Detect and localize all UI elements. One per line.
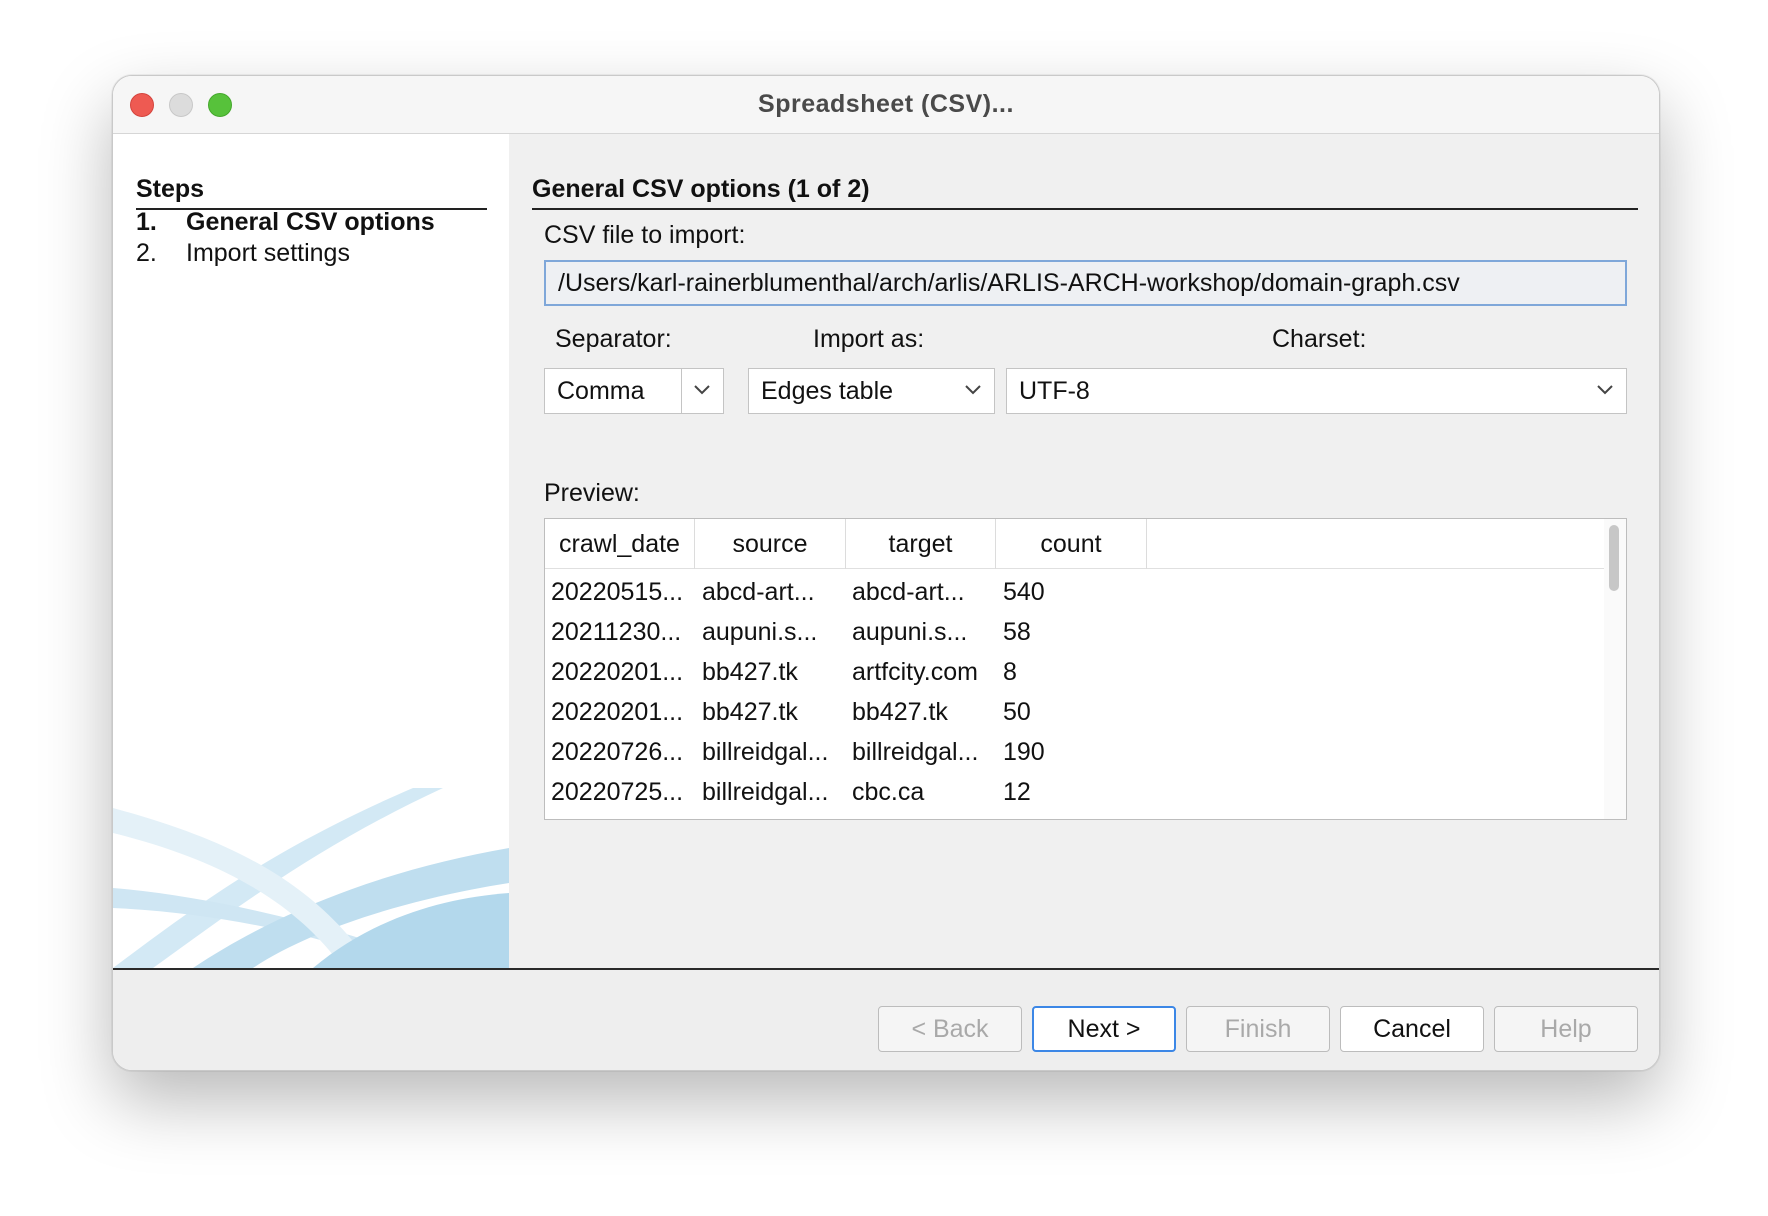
table-row: 20220201... bb427.tk bb427.tk 50 (545, 692, 1605, 732)
import-as-label: Import as: (813, 325, 925, 353)
cell-target: artfcity.com (852, 658, 978, 686)
csv-file-label: CSV file to import: (544, 221, 746, 249)
cell-source: billreidgal... (702, 778, 829, 806)
chevron-down-icon (965, 385, 981, 395)
back-button[interactable]: < Back (878, 1006, 1022, 1052)
cell-crawl-date: 20220725... (551, 778, 684, 806)
preview-scrollbar[interactable] (1604, 519, 1626, 819)
steps-heading: Steps (136, 175, 205, 203)
cell-target: bb427.tk (852, 698, 948, 726)
cell-crawl-date: 20220726... (551, 738, 684, 766)
cell-source: billreidgal... (702, 738, 829, 766)
column-header-count[interactable]: count (996, 519, 1147, 569)
column-header-crawl-date[interactable]: crawl_date (545, 519, 695, 569)
cell-source: bb427.tk (702, 658, 798, 686)
step-item-general-csv-options: 1. General CSV options (136, 207, 435, 237)
step-label: Import settings (186, 239, 350, 267)
column-header-target[interactable]: target (846, 519, 996, 569)
import-dialog-window: Spreadsheet (CSV)... Steps 1. General CSV… (112, 75, 1660, 1071)
separator-select-divider (681, 369, 682, 413)
next-button[interactable]: Next > (1032, 1006, 1176, 1052)
preview-label: Preview: (544, 479, 640, 507)
column-header-source[interactable]: source (695, 519, 846, 569)
charset-label: Charset: (1272, 325, 1367, 353)
cell-source: bb427.tk (702, 698, 798, 726)
separator-selected-value: Comma (557, 377, 645, 405)
cell-crawl-date: 20220515... (551, 578, 684, 606)
preview-table-header: crawl_date source target count (545, 519, 1605, 569)
cell-crawl-date: 20220201... (551, 658, 684, 686)
csv-file-path-field[interactable]: /Users/karl-rainerblumenthal/arch/arlis/… (544, 260, 1627, 306)
cell-count: 540 (1003, 578, 1045, 606)
decorative-swoosh-graphic (113, 788, 509, 968)
chevron-down-icon (1597, 385, 1613, 395)
cell-count: 12 (1003, 778, 1031, 806)
preview-scrollbar-thumb[interactable] (1609, 525, 1619, 591)
separator-label: Separator: (555, 325, 672, 353)
cell-count: 190 (1003, 738, 1045, 766)
step-label: General CSV options (186, 208, 435, 236)
table-row: 20220725... billreidgal... cbc.ca 12 (545, 772, 1605, 812)
table-row: 20220726... billreidgal... billreidgal..… (545, 732, 1605, 772)
window-title: Spreadsheet (CSV)... (758, 90, 1014, 118)
cell-crawl-date: 20211230... (551, 618, 682, 646)
content-panel: General CSV options (1 of 2) CSV file to… (509, 134, 1659, 968)
cell-count: 8 (1003, 658, 1017, 686)
cell-count: 58 (1003, 618, 1031, 646)
step-item-import-settings: 2. Import settings (136, 238, 350, 268)
preview-table[interactable]: crawl_date source target count 20220515.… (544, 518, 1627, 820)
cell-source: aupuni.s... (702, 618, 818, 646)
table-row: 20220201... bb427.tk artfcity.com 8 (545, 652, 1605, 692)
cell-count: 50 (1003, 698, 1031, 726)
chevron-down-icon (694, 385, 710, 395)
cell-target: aupuni.s... (852, 618, 968, 646)
cell-source: abcd-art... (702, 578, 815, 606)
step-number: 1. (136, 208, 157, 236)
table-row: 20211230... aupuni.s... aupuni.s... 58 (545, 612, 1605, 652)
cell-crawl-date: 20220201... (551, 698, 684, 726)
steps-panel: Steps 1. General CSV options 2. Import set… (113, 134, 509, 968)
separator-select[interactable]: Comma (544, 368, 724, 414)
charset-selected-value: UTF-8 (1019, 377, 1090, 405)
finish-button[interactable]: Finish (1186, 1006, 1330, 1052)
import-as-select[interactable]: Edges table (748, 368, 995, 414)
step-number: 2. (136, 239, 157, 267)
help-button[interactable]: Help (1494, 1006, 1638, 1052)
cell-target: cbc.ca (852, 778, 925, 806)
cancel-button[interactable]: Cancel (1340, 1006, 1484, 1052)
table-row: 20220515... abcd-art... abcd-art... 540 (545, 572, 1605, 612)
cell-target: abcd-art... (852, 578, 965, 606)
section-title: General CSV options (1 of 2) (532, 175, 870, 203)
import-as-selected-value: Edges table (761, 377, 894, 405)
dialog-footer: < Back Next > Finish Cancel Help (113, 968, 1659, 1070)
section-title-rule (532, 208, 1638, 210)
title-bar: Spreadsheet (CSV)... (113, 76, 1659, 134)
charset-select[interactable]: UTF-8 (1006, 368, 1627, 414)
cell-target: billreidgal... (852, 738, 979, 766)
